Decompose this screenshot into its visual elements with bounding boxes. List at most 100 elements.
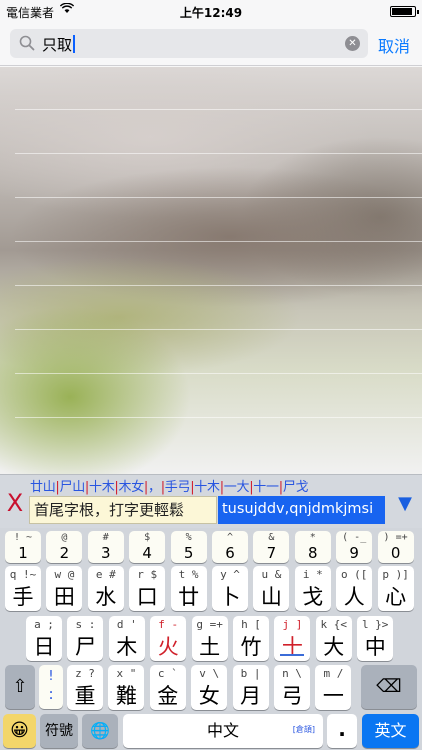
key-手[interactable]: q !~ 手	[5, 566, 41, 611]
key-primary-label: 中	[364, 635, 386, 659]
root-hint: 尸戈	[282, 480, 309, 495]
key-0[interactable]: ) =+ 0	[377, 531, 414, 563]
key-9[interactable]: ( -_ 9	[336, 531, 373, 563]
root-hint: 廿山	[30, 480, 56, 495]
english-key[interactable]: 英文	[362, 714, 419, 748]
key-secondary-label: t %	[178, 568, 199, 581]
key-primary-label: 廿	[178, 585, 200, 609]
key-田[interactable]: w @ 田	[46, 566, 83, 611]
shift-key[interactable]: ⇧	[5, 665, 35, 709]
key-primary-label: 大	[323, 635, 345, 659]
space-label: 中文	[206, 721, 239, 740]
code-candidate[interactable]: tusujddv,qnjdmkjmsi	[218, 496, 385, 524]
cancel-button[interactable]: 取消	[378, 33, 410, 57]
key-一[interactable]: m / 一	[315, 665, 352, 710]
key-戈[interactable]: i * 戈	[294, 566, 331, 611]
key-primary-label: 女	[198, 684, 220, 708]
key-4[interactable]: $4	[129, 531, 166, 563]
key-卜[interactable]: y ^ 卜	[212, 566, 248, 611]
key-secondary-label: s :	[75, 618, 96, 631]
symbols-key[interactable]: 符號	[40, 714, 78, 748]
key-primary-label: 2	[59, 544, 70, 562]
period-key[interactable]: .	[327, 714, 357, 748]
row-divider	[15, 241, 422, 242]
delete-icon: ⌫	[376, 676, 402, 697]
key-secondary-label: b |	[240, 667, 261, 680]
globe-key[interactable]: 🌐	[82, 714, 118, 748]
key-廿[interactable]: t % 廿	[170, 566, 207, 611]
key-水[interactable]: e # 水	[87, 566, 124, 611]
key-primary-label: 卜	[219, 585, 241, 609]
key-1[interactable]: ! ~1	[5, 531, 41, 563]
keyboard: ⇧ ! : ⌫ 😀 符號 🌐 中文 [倉頡] . 英文 ! ~1 @2 #3 $4% 5…	[0, 528, 422, 750]
key-7[interactable]: & 7	[253, 531, 290, 563]
key-難[interactable]: x " 難	[108, 665, 145, 710]
key-secondary-label: r $	[137, 568, 158, 581]
key-人[interactable]: o ([人	[336, 566, 373, 611]
key-primary-label: 人	[343, 585, 365, 609]
row-divider	[15, 417, 422, 418]
key-underline	[280, 654, 305, 656]
key-8[interactable]: * 8	[294, 531, 331, 563]
key-primary-label: 5	[183, 544, 194, 562]
delete-key[interactable]: ⌫	[361, 665, 417, 709]
expand-candidates-icon[interactable]: ▼	[398, 493, 412, 514]
key-primary-label: 手	[12, 585, 34, 609]
key-山[interactable]: u & 山	[253, 566, 290, 611]
emoji-key[interactable]: 😀	[3, 714, 36, 748]
key-secondary-label: q !~	[9, 568, 37, 581]
search-icon	[19, 35, 35, 51]
key-2[interactable]: @2	[46, 531, 83, 563]
battery-icon	[390, 6, 419, 17]
search-field[interactable]: 只取 ✕	[10, 29, 368, 58]
key-secondary-label: p )]	[382, 568, 409, 581]
row-divider	[15, 153, 422, 154]
key-secondary-label: a ;	[34, 618, 54, 631]
key-土[interactable]: g =+ 土	[191, 616, 228, 661]
key-primary-label: 重	[74, 684, 96, 708]
results-area	[0, 67, 422, 474]
key-大[interactable]: k {< 大	[315, 616, 352, 661]
key-primary-label: 火	[157, 635, 179, 659]
key-木[interactable]: d ' 木	[108, 616, 145, 661]
key-secondary-label: l }>	[361, 618, 389, 631]
key-primary-label: 心	[385, 585, 407, 609]
punctuation-key[interactable]: ! :	[39, 665, 63, 709]
key-primary-label: 戈	[302, 585, 324, 609]
candidate-bar: X 廿山|尸山|十木|木女|，|手弓|十木|一大|十一|尸戈 首尾字根，打字更輕…	[0, 474, 422, 528]
row-divider	[15, 285, 422, 286]
key-弓[interactable]: n \ 弓	[274, 665, 310, 710]
root-hint: 十一	[253, 480, 279, 495]
key-primary-label: 木	[116, 635, 138, 659]
key-十[interactable]: j ] 十	[274, 616, 311, 661]
key-月[interactable]: b | 月	[232, 665, 269, 710]
key-女[interactable]: v \ 女	[191, 665, 228, 710]
key-secondary-label: ) =+	[383, 532, 408, 543]
key-3[interactable]: #3	[87, 531, 124, 563]
hint-candidate[interactable]: 首尾字根，打字更輕鬆	[29, 496, 217, 524]
space-key[interactable]: 中文 [倉頡]	[123, 714, 323, 748]
root-hint: ，	[148, 480, 161, 495]
key-火[interactable]: f - 火	[150, 616, 187, 661]
clear-search-icon[interactable]: ✕	[345, 36, 360, 51]
key-金[interactable]: c ` 金	[149, 665, 186, 710]
key-primary-label: 土	[199, 635, 221, 659]
search-input[interactable]: 只取	[42, 34, 76, 55]
key-secondary-label: i *	[302, 568, 323, 581]
globe-icon: 🌐	[90, 721, 110, 740]
key-竹[interactable]: h [竹	[233, 616, 269, 661]
key-心[interactable]: p )] 心	[377, 566, 414, 611]
key-secondary-label: h [	[241, 618, 261, 631]
battery-fill	[392, 8, 412, 15]
key-日[interactable]: a ; 日	[26, 616, 62, 661]
key-口[interactable]: r $ 口	[129, 566, 166, 611]
key-中[interactable]: l }> 中	[357, 616, 394, 661]
key-5[interactable]: % 5	[170, 531, 207, 563]
search-bar: 只取 ✕ 取消	[0, 22, 422, 66]
key-重[interactable]: z ? 重	[67, 665, 103, 710]
key-primary-label: 月	[240, 684, 262, 708]
close-candidates-button[interactable]: X	[4, 489, 26, 517]
key-尸[interactable]: s : 尸	[67, 616, 104, 661]
key-primary-label: 十	[281, 635, 303, 659]
key-6[interactable]: ^ 6	[212, 531, 248, 563]
